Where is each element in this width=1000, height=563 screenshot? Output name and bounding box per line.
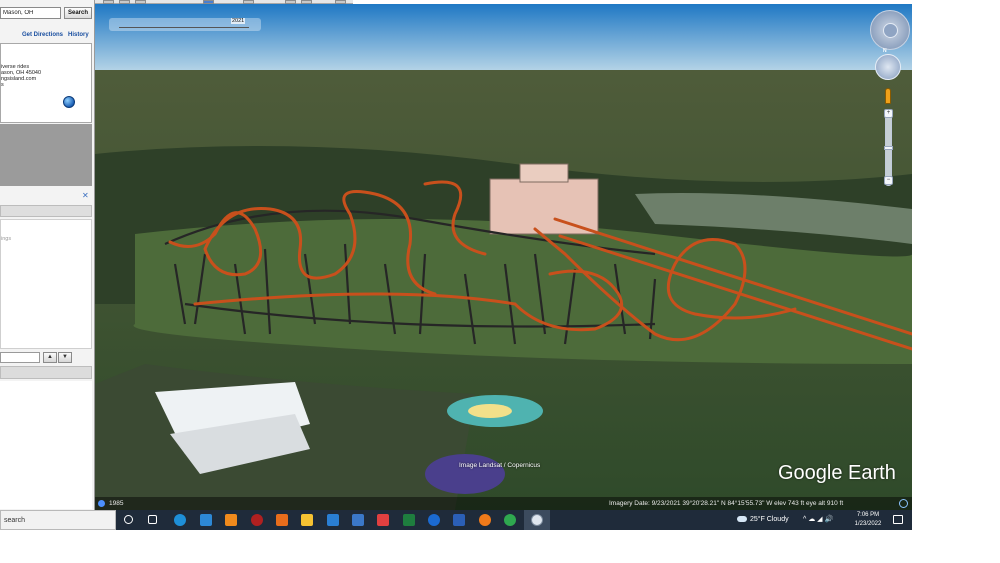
zoom-slider-knob[interactable]	[884, 146, 893, 150]
word-icon[interactable]	[453, 514, 465, 526]
arrow-down-icon[interactable]: ▼	[58, 352, 72, 363]
search-input[interactable]	[0, 7, 61, 19]
task-view-icon[interactable]	[148, 515, 157, 524]
app-icon[interactable]	[479, 514, 491, 526]
search-button[interactable]: Search	[64, 7, 92, 19]
places-controls: ▲ ▼	[0, 352, 92, 364]
taskbar-apps	[118, 510, 558, 530]
clock-time[interactable]: 7:06 PM	[851, 512, 885, 518]
google-earth-watermark: Google Earth	[778, 462, 896, 484]
google-logo-icon	[98, 500, 105, 507]
get-directions-link[interactable]: Get Directions	[22, 32, 63, 38]
street-view-pegman-icon[interactable]	[885, 88, 891, 104]
history-link[interactable]: History	[68, 32, 89, 38]
notification-icon[interactable]	[893, 515, 903, 524]
layers-tree[interactable]	[0, 381, 92, 509]
taskbar: search 25°F Cloudy ^ ☁ ◢ 🔊 7:06 PM 1/23/…	[0, 510, 912, 530]
arrow-up-icon[interactable]: ▲	[43, 352, 57, 363]
internet-explorer-icon[interactable]	[428, 514, 440, 526]
sidebar-panel: Search Get Directions History iverse rid…	[0, 0, 95, 510]
streaming-indicator-icon	[899, 499, 908, 508]
compass-eye-icon[interactable]	[883, 23, 898, 38]
vlc-icon[interactable]	[225, 514, 237, 526]
app-icon[interactable]	[251, 514, 263, 526]
edge-icon[interactable]	[174, 514, 186, 526]
cortana-icon[interactable]	[124, 515, 133, 524]
taskbar-search-box[interactable]: search	[0, 510, 116, 530]
close-icon[interactable]: ✕	[82, 191, 89, 200]
search-links: Get Directions History	[0, 32, 95, 40]
hotel-building	[489, 178, 599, 235]
search-results-list: iverse rides ason, OH 45040 ngsisland.co…	[0, 43, 92, 123]
app-icon[interactable]	[377, 514, 389, 526]
tray-icons[interactable]: ^ ☁ ◢ 🔊	[803, 515, 833, 523]
zoom-in-icon[interactable]: +	[884, 109, 893, 118]
slider-track[interactable]	[119, 27, 249, 28]
search-row: Search	[0, 7, 95, 20]
sky	[95, 4, 912, 74]
earth-3d-view[interactable]: 2021 N + − Image Landsat / Copernicus Go…	[95, 4, 912, 510]
result-line[interactable]: ngsisland.com	[1, 76, 36, 82]
cloud-icon[interactable]	[737, 516, 747, 522]
umbrella-cluster	[425, 454, 505, 494]
places-tree[interactable]: ings	[0, 219, 92, 349]
excel-icon[interactable]	[403, 514, 415, 526]
globe-icon[interactable]	[63, 96, 75, 108]
screen: Search Get Directions History iverse rid…	[0, 0, 1000, 563]
weather-widget[interactable]: 25°F Cloudy	[750, 516, 789, 523]
compass-navigation-icon[interactable]	[870, 10, 910, 50]
places-item-label[interactable]: ings	[1, 236, 11, 242]
store-icon[interactable]	[200, 514, 212, 526]
historical-imagery-slider[interactable]: 2021	[109, 18, 261, 31]
clock-date[interactable]: 1/23/2022	[851, 521, 885, 527]
results-empty-area	[0, 124, 92, 186]
places-header: ✕	[0, 190, 92, 203]
pool-island	[468, 404, 512, 418]
mail-icon[interactable]	[327, 514, 339, 526]
status-bar: 1985 Imagery Date: 9/23/2021 39°20'28.21…	[95, 497, 912, 510]
media-player-icon[interactable]	[276, 514, 288, 526]
system-tray: 25°F Cloudy ^ ☁ ◢ 🔊 7:06 PM 1/23/2022	[733, 510, 912, 530]
terrain-scene	[95, 4, 912, 510]
zoom-out-icon[interactable]: −	[884, 176, 893, 185]
imagery-credit: Image Landsat / Copernicus	[459, 462, 541, 469]
places-filter-input[interactable]	[0, 352, 40, 363]
look-joystick-icon[interactable]	[875, 54, 901, 80]
hotel-tower	[519, 163, 569, 183]
places-toolbar	[0, 205, 92, 217]
file-explorer-icon[interactable]	[301, 514, 313, 526]
status-year: 1985	[109, 500, 124, 507]
chrome-icon[interactable]	[504, 514, 516, 526]
app-icon[interactable]	[352, 514, 364, 526]
result-line: s	[1, 82, 4, 88]
status-coordinates: Imagery Date: 9/23/2021 39°20'28.21" N 8…	[609, 500, 844, 507]
taskbar-search-placeholder: search	[4, 517, 26, 524]
google-earth-taskbar-button[interactable]	[524, 510, 550, 530]
layers-header[interactable]	[0, 366, 92, 379]
timeslider-year-label: 2021	[231, 18, 246, 24]
google-earth-icon	[531, 514, 543, 526]
